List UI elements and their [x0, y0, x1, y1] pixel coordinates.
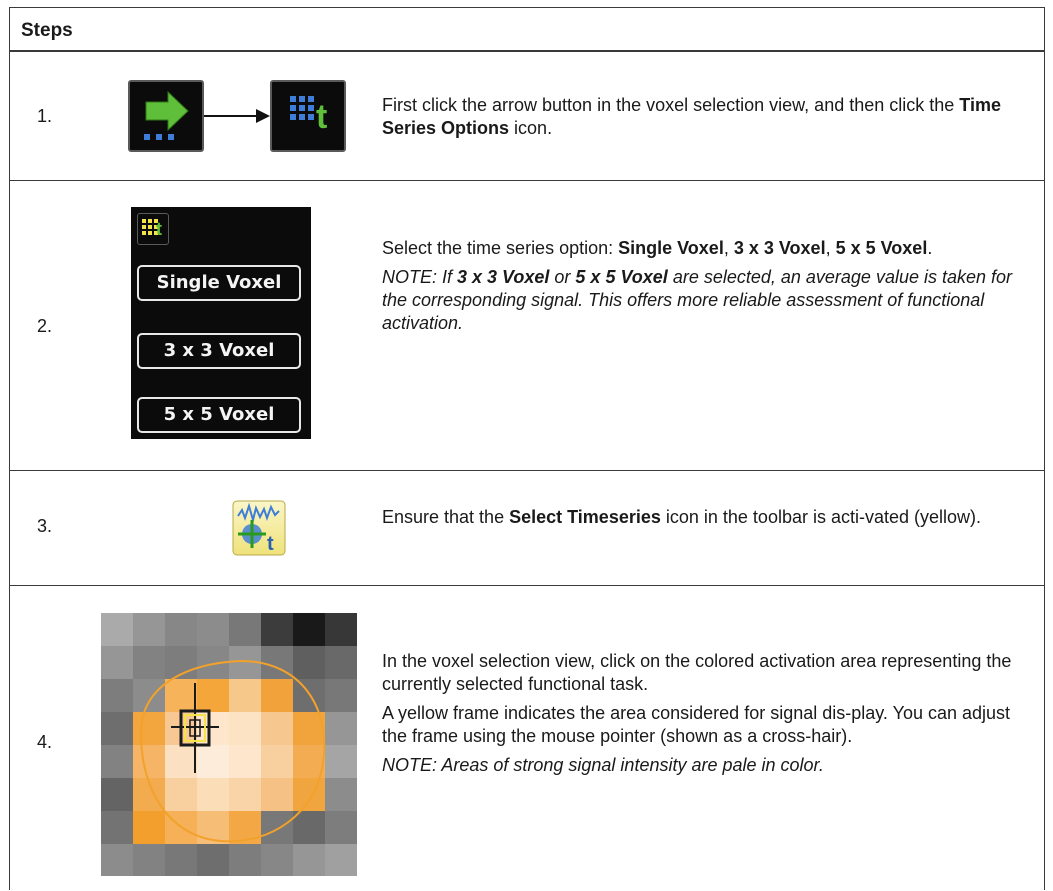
arrow-button-icon[interactable]	[128, 80, 204, 152]
single-voxel-button[interactable]: Single Voxel	[137, 265, 301, 301]
voxel-cell	[101, 613, 133, 646]
voxel-cell	[293, 811, 325, 844]
step-text: Ensure that the Select Timeseries icon i…	[382, 506, 1032, 535]
voxel-cell	[101, 745, 133, 778]
voxel-cell	[101, 778, 133, 811]
step-row-1: 1. t First click the arrow button in the…	[10, 52, 1044, 181]
time-series-options-icon[interactable]: t	[137, 213, 169, 245]
three-by-three-voxel-button[interactable]: 3 x 3 Voxel	[137, 333, 301, 369]
table-header: Steps	[10, 8, 1044, 52]
step-row-2: 2. t Single Voxel 3 x 3 Voxel 5 x 5 Voxe…	[10, 181, 1044, 471]
step-1-icons: t	[128, 80, 346, 152]
select-timeseries-icon[interactable]: t	[232, 500, 286, 556]
voxel-cell	[197, 679, 229, 712]
step-number: 3.	[37, 516, 53, 536]
voxel-cell	[133, 811, 165, 844]
header-title: Steps	[21, 20, 73, 41]
step-4-paragraph-1: In the voxel selection view, click on th…	[382, 651, 1012, 694]
step-4-paragraph-2: A yellow frame indicates the area consid…	[382, 703, 1011, 746]
voxel-cell	[133, 745, 165, 778]
svg-text:t: t	[267, 533, 274, 555]
step-text: First click the arrow button in the voxe…	[382, 94, 1032, 146]
voxel-cell	[293, 613, 325, 646]
voxel-selection-view-image[interactable]	[101, 613, 357, 877]
step-4-note: NOTE: Areas of strong signal intensity a…	[382, 755, 824, 775]
voxel-cell	[325, 646, 357, 679]
voxel-cell	[261, 712, 293, 745]
step-row-3: 3. t Ensure that the Select Timeseries i…	[10, 471, 1044, 586]
voxel-cell	[325, 745, 357, 778]
voxel-cell	[261, 745, 293, 778]
five-by-five-voxel-button[interactable]: 5 x 5 Voxel	[137, 397, 301, 433]
voxel-cell	[101, 811, 133, 844]
voxel-cell	[229, 712, 261, 745]
voxel-cell	[165, 844, 197, 877]
voxel-cell	[229, 778, 261, 811]
voxel-cell	[261, 613, 293, 646]
voxel-cell	[197, 613, 229, 646]
voxel-cell	[229, 745, 261, 778]
step-number: 2.	[37, 316, 53, 336]
voxel-cell	[101, 679, 133, 712]
voxel-cell	[133, 844, 165, 877]
voxel-cell	[101, 712, 133, 745]
voxel-cell	[293, 679, 325, 712]
time-series-options-panel: t Single Voxel 3 x 3 Voxel 5 x 5 Voxel	[131, 207, 311, 439]
step-row-4: 4. In the voxel selection view, click on…	[10, 586, 1044, 891]
step-2-paragraph: Select the time series option: Single Vo…	[382, 238, 933, 258]
voxel-cell	[229, 844, 261, 877]
voxel-cell	[229, 811, 261, 844]
voxel-cell	[165, 679, 197, 712]
voxel-cell	[133, 712, 165, 745]
voxel-cell	[133, 679, 165, 712]
voxel-cell	[325, 778, 357, 811]
step-1-paragraph: First click the arrow button in the voxe…	[382, 95, 1001, 138]
voxel-cell	[261, 679, 293, 712]
voxel-cell	[261, 811, 293, 844]
time-series-options-icon[interactable]: t	[270, 80, 346, 152]
voxel-cell	[293, 844, 325, 877]
arrow-connector-icon	[204, 109, 270, 123]
voxel-cell	[101, 844, 133, 877]
voxel-cell	[165, 778, 197, 811]
step-number: 4.	[37, 732, 53, 752]
voxel-cell	[101, 646, 133, 679]
step-2-note: NOTE: If 3 x 3 Voxel or 5 x 5 Voxel are …	[382, 267, 1013, 333]
voxel-cell	[261, 778, 293, 811]
voxel-cell	[229, 613, 261, 646]
voxel-cell	[325, 712, 357, 745]
voxel-cell	[133, 646, 165, 679]
voxel-cell	[229, 679, 261, 712]
voxel-cell	[325, 613, 357, 646]
voxel-cell	[325, 679, 357, 712]
step-text: Select the time series option: Single Vo…	[382, 237, 1032, 341]
voxel-cell	[325, 811, 357, 844]
voxel-cell	[197, 844, 229, 877]
voxel-cell	[197, 778, 229, 811]
voxel-cell	[165, 745, 197, 778]
voxel-cell	[197, 745, 229, 778]
step-number: 1.	[37, 106, 53, 126]
voxel-cell	[261, 844, 293, 877]
steps-table: Steps 1. t First click the arrow button …	[9, 7, 1045, 890]
step-text: In the voxel selection view, click on th…	[382, 650, 1032, 783]
step-3-paragraph: Ensure that the Select Timeseries icon i…	[382, 507, 982, 527]
voxel-cell	[293, 646, 325, 679]
voxel-cell	[165, 613, 197, 646]
voxel-cell	[293, 778, 325, 811]
voxel-cell	[133, 613, 165, 646]
voxel-cell	[325, 844, 357, 877]
